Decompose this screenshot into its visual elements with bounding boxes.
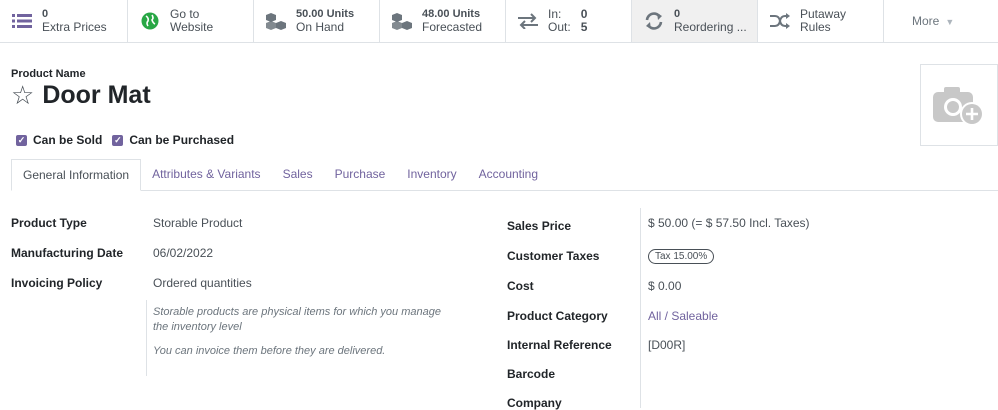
divider: [146, 300, 147, 376]
product-type-value[interactable]: Storable Product: [153, 216, 242, 230]
checkbox-checked-icon: ✓: [112, 134, 124, 146]
globe-icon: [138, 9, 162, 33]
website-line2: Website: [170, 20, 214, 34]
company-field[interactable]: [648, 396, 848, 408]
caret-down-icon: ▼: [945, 17, 955, 27]
tab-purchase[interactable]: Purchase: [324, 159, 397, 190]
refresh-icon: [642, 9, 666, 33]
on-hand-label: On Hand: [296, 20, 345, 34]
product-category-label: Product Category: [507, 309, 608, 323]
forecasted-label: Forecasted: [422, 20, 483, 34]
barcode-field[interactable]: [648, 367, 848, 381]
reordering-rules-button[interactable]: 0 Reordering ...: [632, 0, 758, 42]
cubes-icon: [390, 9, 414, 33]
product-category-value[interactable]: All / Saleable: [648, 309, 718, 323]
internal-reference-value[interactable]: [D00R]: [648, 338, 685, 352]
cost-label: Cost: [507, 279, 534, 293]
product-name[interactable]: Door Mat: [42, 80, 150, 110]
extra-prices-label: Extra Prices: [42, 20, 107, 34]
manufacturing-date-value[interactable]: 06/02/2022: [153, 246, 213, 260]
checkbox-checked-icon: ✓: [16, 134, 27, 146]
tab-general-information[interactable]: General Information: [11, 159, 142, 191]
can-be-sold-label: Can be Sold: [33, 133, 103, 147]
can-be-purchased-label: Can be Purchased: [129, 133, 235, 147]
cost-value[interactable]: $ 0.00: [648, 279, 681, 293]
can-be-sold-checkbox[interactable]: ✓ Can be Sold: [16, 133, 102, 147]
divider: [640, 208, 641, 408]
product-name-label: Product Name: [11, 68, 86, 80]
manufacturing-date-label: Manufacturing Date: [11, 246, 124, 260]
sales-price-value[interactable]: $ 50.00 (= $ 57.50 Incl. Taxes): [648, 216, 810, 230]
smart-buttons-bar: 0 Extra Prices Go to Website 50.00 Units On…: [0, 0, 998, 43]
list-icon: [10, 9, 34, 33]
can-be-purchased-checkbox[interactable]: ✓ Can be Purchased: [112, 133, 234, 147]
random-icon: [768, 9, 792, 33]
on-hand-button[interactable]: 50.00 Units On Hand: [254, 0, 380, 42]
go-to-website-button[interactable]: Go to Website: [128, 0, 254, 42]
tab-attributes-variants[interactable]: Attributes & Variants: [141, 159, 272, 190]
product-type-help-line1: Storable products are physical items for…: [153, 306, 441, 318]
barcode-label: Barcode: [507, 367, 556, 381]
more-label: More: [912, 14, 940, 28]
extra-prices-button[interactable]: 0 Extra Prices: [0, 0, 128, 42]
tax-tag[interactable]: Tax 15.00%: [648, 249, 715, 264]
putaway-label: Putaway Rules: [800, 7, 847, 34]
reordering-label: Reordering ...: [674, 20, 747, 34]
invoicing-policy-help: You can invoice them before they are del…: [153, 345, 386, 357]
tab-sales[interactable]: Sales: [272, 159, 324, 190]
internal-reference-label: Internal Reference: [507, 338, 612, 352]
more-button[interactable]: More ▼: [884, 0, 998, 42]
out-value: 5: [580, 20, 588, 34]
forecasted-button[interactable]: 48.00 Units Forecasted: [380, 0, 506, 42]
tab-inventory[interactable]: Inventory: [396, 159, 467, 190]
camera-plus-icon: [933, 87, 984, 126]
customer-taxes-label: Customer Taxes: [507, 249, 600, 263]
tab-bar: General Information Attributes & Variant…: [11, 159, 998, 191]
cubes-icon: [264, 9, 288, 33]
putaway-rules-button[interactable]: Putaway Rules: [758, 0, 884, 42]
product-type-help-line2: the inventory level: [153, 321, 242, 333]
sales-price-label: Sales Price: [507, 219, 572, 233]
product-image-upload[interactable]: [920, 64, 998, 146]
out-label: Out:: [548, 20, 571, 34]
product-type-label: Product Type: [11, 216, 87, 230]
star-icon[interactable]: ☆: [11, 80, 34, 110]
in-out-button[interactable]: In: 0 Out: 5: [506, 0, 632, 42]
invoicing-policy-value[interactable]: Ordered quantities: [153, 276, 252, 290]
exchange-icon: [516, 9, 540, 33]
tab-accounting[interactable]: Accounting: [468, 159, 549, 190]
invoicing-policy-label: Invoicing Policy: [11, 276, 103, 290]
